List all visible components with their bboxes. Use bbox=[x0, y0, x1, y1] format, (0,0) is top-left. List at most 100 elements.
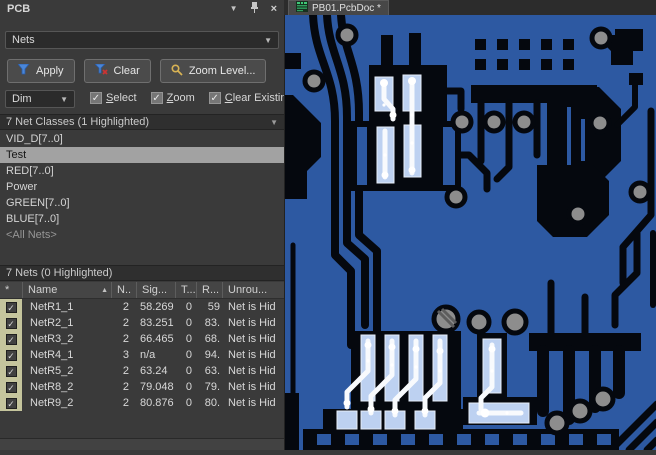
row-checkbox[interactable]: ✓ bbox=[0, 347, 22, 363]
net-node-count: 3 bbox=[122, 349, 129, 361]
row-checkbox[interactable]: ✓ bbox=[0, 299, 22, 315]
chevron-down-icon: ▼ bbox=[270, 117, 278, 127]
table-row[interactable]: ✓ NetR9_2 2 80.876 0 80. Net is Hid bbox=[0, 395, 284, 411]
column-header-t[interactable]: T... bbox=[175, 282, 196, 298]
checkmark-icon: ✓ bbox=[5, 317, 17, 329]
net-signal-length: 83.251 bbox=[140, 317, 174, 329]
chevron-down-icon: ▼ bbox=[264, 35, 272, 45]
pcb-view bbox=[285, 11, 656, 454]
column-header-name[interactable]: Name ▲ bbox=[22, 282, 111, 298]
column-header-signal[interactable]: Sig... bbox=[136, 282, 175, 298]
dim-dropdown-value: Dim bbox=[12, 93, 32, 105]
net-routed-value: 68. bbox=[204, 333, 220, 345]
net-t-value: 0 bbox=[185, 333, 192, 345]
panel-title: PCB bbox=[7, 2, 31, 15]
zoom-checkbox-label: Zoom bbox=[166, 92, 195, 104]
clear-button-label: Clear bbox=[113, 65, 140, 77]
net-unrouted-status: Net is Hid bbox=[228, 381, 276, 393]
zoom-level-button[interactable]: Zoom Level... bbox=[159, 59, 267, 83]
dim-dropdown[interactable]: Dim ▼ bbox=[5, 90, 75, 108]
zoom-level-button-label: Zoom Level... bbox=[188, 65, 256, 77]
net-name: NetR8_2 bbox=[30, 381, 74, 393]
net-class-item[interactable]: Power bbox=[0, 179, 284, 195]
row-checkbox[interactable]: ✓ bbox=[0, 395, 22, 411]
net-t-value: 0 bbox=[185, 381, 192, 393]
row-checkbox[interactable]: ✓ bbox=[0, 379, 22, 395]
checkmark-icon: ✓ bbox=[5, 333, 17, 345]
table-row[interactable]: ✓ NetR8_2 2 79.048 0 79. Net is Hid bbox=[0, 379, 284, 395]
panel-bottom-strip bbox=[0, 438, 284, 450]
row-checkbox[interactable]: ✓ bbox=[0, 331, 22, 347]
checkmark-icon: ✓ bbox=[208, 92, 221, 104]
table-row[interactable]: ✓ NetR5_2 2 63.24 0 63. Net is Hid bbox=[0, 363, 284, 379]
pcbdoc-icon bbox=[296, 1, 308, 15]
select-checkbox[interactable]: ✓ Select bbox=[90, 92, 137, 104]
nets-table-header: * Name ▲ N.. Sig... T... R... Unrou... bbox=[0, 282, 284, 299]
net-name: NetR9_2 bbox=[30, 397, 74, 409]
net-class-item[interactable]: RED[7..0] bbox=[0, 163, 284, 179]
net-class-item[interactable]: VID_D[7..0] bbox=[0, 131, 284, 147]
net-signal-length: 79.048 bbox=[140, 381, 174, 393]
clear-button[interactable]: Clear bbox=[83, 59, 151, 83]
net-unrouted-status: Net is Hid bbox=[228, 301, 276, 313]
net-signal-length: 80.876 bbox=[140, 397, 174, 409]
net-t-value: 0 bbox=[185, 397, 192, 409]
panel-menu-chevron-down-icon[interactable]: ▼ bbox=[230, 4, 238, 13]
net-signal-length: n/a bbox=[140, 349, 156, 361]
column-header-star[interactable]: * bbox=[0, 282, 22, 298]
net-node-count: 2 bbox=[122, 365, 129, 377]
net-class-item[interactable]: GREEN[7..0] bbox=[0, 195, 284, 211]
row-checkbox[interactable]: ✓ bbox=[0, 315, 22, 331]
net-node-count: 2 bbox=[122, 301, 129, 313]
table-row[interactable]: ✓ NetR2_1 2 83.251 0 83. Net is Hid bbox=[0, 315, 284, 331]
net-signal-length: 66.465 bbox=[140, 333, 174, 345]
net-unrouted-status: Net is Hid bbox=[228, 365, 276, 377]
magnifier-icon bbox=[171, 63, 183, 79]
table-row[interactable]: ✓ NetR4_1 3 n/a 0 94. Net is Hid bbox=[0, 347, 284, 363]
zoom-checkbox[interactable]: ✓ Zoom bbox=[150, 92, 195, 104]
document-tab[interactable]: PB01.PcbDoc * bbox=[288, 0, 389, 15]
table-row[interactable]: ✓ NetR1_1 2 58.269 0 59 Net is Hid bbox=[0, 299, 284, 315]
filter-clear-icon bbox=[93, 63, 108, 78]
pcb-editor-canvas[interactable] bbox=[284, 11, 656, 454]
close-icon[interactable]: × bbox=[271, 3, 277, 14]
net-classes-section-header[interactable]: 7 Net Classes (1 Highlighted) ▼ bbox=[0, 114, 284, 130]
pcb-panel: PCB ▼ × Nets ▼ Apply Clear Zoom Level...… bbox=[0, 0, 293, 450]
panel-titlebar: PCB ▼ × bbox=[0, 0, 284, 17]
net-routed-value: 94. bbox=[204, 349, 220, 361]
net-signal-length: 63.24 bbox=[140, 365, 168, 377]
table-row[interactable]: ✓ NetR3_2 2 66.465 0 68. Net is Hid bbox=[0, 331, 284, 347]
row-checkbox[interactable]: ✓ bbox=[0, 363, 22, 379]
column-header-nodes[interactable]: N.. bbox=[111, 282, 136, 298]
net-t-value: 0 bbox=[185, 365, 192, 377]
pin-icon[interactable] bbox=[250, 0, 259, 18]
net-name: NetR2_1 bbox=[30, 317, 74, 329]
checkmark-icon: ✓ bbox=[150, 92, 163, 104]
filter-type-dropdown[interactable]: Nets ▼ bbox=[5, 31, 279, 49]
net-name: NetR5_2 bbox=[30, 365, 74, 377]
apply-button[interactable]: Apply bbox=[7, 59, 75, 83]
net-class-item-selected[interactable]: Test bbox=[0, 147, 284, 163]
checkmark-icon: ✓ bbox=[5, 301, 17, 313]
sort-ascending-icon: ▲ bbox=[101, 286, 108, 294]
document-tab-label: PB01.PcbDoc * bbox=[312, 2, 381, 14]
net-class-item[interactable]: BLUE[7..0] bbox=[0, 211, 284, 227]
net-routed-value: 79. bbox=[204, 381, 220, 393]
net-routed-value: 83. bbox=[204, 317, 220, 329]
clear-existing-checkbox[interactable]: ✓ Clear Existing bbox=[208, 92, 293, 104]
net-classes-header-label: 7 Net Classes (1 Highlighted) bbox=[6, 116, 150, 128]
net-node-count: 2 bbox=[122, 317, 129, 329]
column-header-routed[interactable]: R... bbox=[196, 282, 222, 298]
net-routed-value: 59 bbox=[207, 301, 220, 313]
net-t-value: 0 bbox=[185, 301, 192, 313]
clear-existing-checkbox-label: Clear Existing bbox=[224, 92, 293, 104]
net-t-value: 0 bbox=[185, 349, 192, 361]
apply-button-label: Apply bbox=[36, 65, 64, 77]
checkmark-icon: ✓ bbox=[5, 349, 17, 361]
net-node-count: 2 bbox=[122, 397, 129, 409]
nets-section-header[interactable]: 7 Nets (0 Highlighted) bbox=[0, 265, 284, 281]
net-t-value: 0 bbox=[185, 317, 192, 329]
net-class-item-all-nets[interactable]: <All Nets> bbox=[0, 227, 284, 243]
net-node-count: 2 bbox=[122, 381, 129, 393]
column-header-unrouted[interactable]: Unrou... bbox=[222, 282, 284, 298]
